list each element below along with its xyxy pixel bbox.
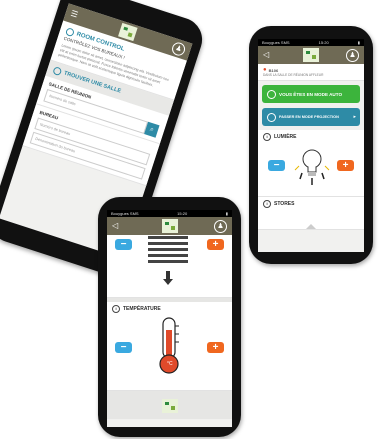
thermometer-icon — [159, 317, 179, 374]
status-bar: Bouygues SMS 15:20 ▮ — [258, 39, 364, 46]
light-label: LUMIÈRE — [274, 134, 297, 140]
chevron-right-icon: ▸ — [353, 114, 356, 120]
info-icon: i — [112, 305, 120, 313]
app-logo — [118, 22, 138, 42]
back-icon[interactable]: ◁ — [263, 50, 269, 60]
auto-mode-button[interactable]: VOUS ÊTES EN MODE AUTO — [262, 85, 360, 103]
status-bar: Bouygues SMS 15:20 ▮ — [107, 210, 232, 217]
app-header: ◁ ♟ — [258, 46, 364, 64]
footer-logo — [161, 399, 178, 413]
light-increase-button[interactable]: + — [337, 160, 354, 171]
auto-mode-label: VOUS ÊTES EN MODE AUTO — [279, 91, 343, 97]
search-icon — [52, 66, 63, 77]
user-icon[interactable]: ♟ — [170, 40, 187, 58]
temperature-card: i TEMPÉRATURE − + °C — [107, 302, 232, 391]
temperature-label: TEMPÉRATURE — [123, 306, 161, 312]
back-icon[interactable]: ◁ — [112, 221, 118, 231]
search-button[interactable]: ⌕ — [144, 121, 160, 138]
info-icon: i — [263, 200, 271, 208]
location-title: B106 — [268, 67, 279, 73]
light-decrease-button[interactable]: − — [268, 160, 285, 171]
temperature-increase-button[interactable]: + — [207, 342, 224, 353]
arrow-down-icon[interactable] — [163, 271, 173, 285]
blinds-down-button[interactable]: − — [115, 239, 132, 250]
stores-label: STORES — [274, 201, 295, 207]
app-logo — [303, 48, 319, 62]
location-subtitle: DANS LA SALLE DE RÉUNION AFFLEUR — [263, 73, 324, 77]
menu-icon[interactable]: ☰ — [69, 9, 80, 21]
check-icon — [267, 89, 276, 99]
phone-center: Bouygues SMS 15:20 ▮ ◁ ♟ − + i TEMPÉRATU… — [98, 197, 241, 437]
projector-icon — [267, 112, 276, 122]
user-icon[interactable]: ♟ — [346, 49, 359, 62]
blinds-card: − + — [107, 235, 232, 298]
battery-icon: ▮ — [225, 211, 228, 216]
footer — [107, 391, 232, 419]
status-time: 15:20 — [318, 40, 329, 45]
stores-card: i STORES — [258, 197, 364, 230]
temperature-unit: °C — [167, 361, 173, 367]
app-logo — [161, 219, 178, 233]
temperature-decrease-button[interactable]: − — [115, 342, 132, 353]
location-card: ● B106 DANS LA SALLE DE RÉUNION AFFLEUR — [258, 64, 364, 81]
lightbulb-icon — [294, 149, 330, 185]
projection-mode-button[interactable]: PASSER EN MODE PROJECTION ▸ — [262, 108, 360, 126]
phone-right: Bouygues SMS 15:20 ▮ ◁ ♟ ● B106 DANS LA … — [249, 26, 373, 264]
battery-icon: ▮ — [357, 40, 360, 45]
app-header: ◁ ♟ — [107, 217, 232, 235]
light-card: i LUMIÈRE − + — [258, 130, 364, 197]
chevron-up-icon — [306, 224, 316, 229]
blinds-icon — [148, 236, 188, 263]
info-icon: i — [263, 133, 271, 141]
blinds-up-button[interactable]: + — [207, 239, 224, 250]
status-time: 15:20 — [177, 211, 188, 216]
user-icon[interactable]: ♟ — [214, 220, 227, 233]
status-carrier: Bouygues SMS — [111, 211, 139, 216]
status-carrier: Bouygues SMS — [262, 40, 290, 45]
projection-mode-label: PASSER EN MODE PROJECTION — [279, 115, 339, 119]
